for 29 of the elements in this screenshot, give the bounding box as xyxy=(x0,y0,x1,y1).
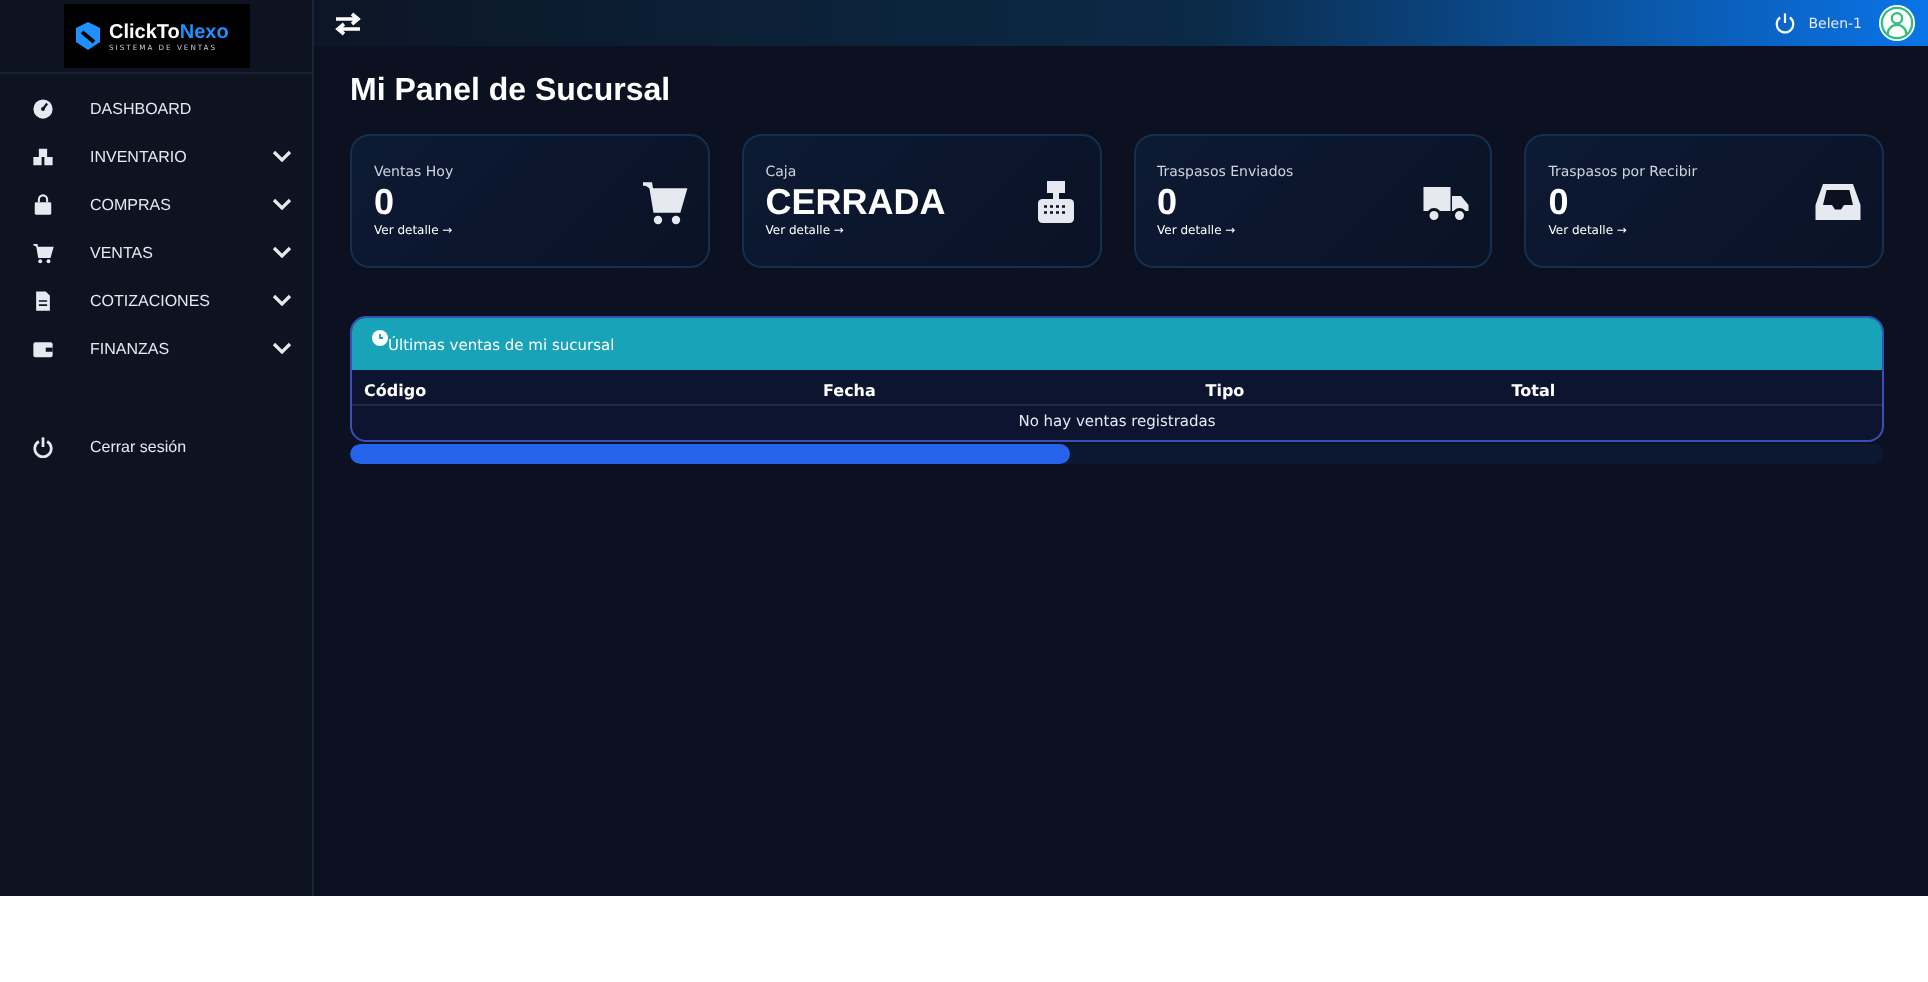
column-header: Código xyxy=(352,370,811,405)
cart-icon xyxy=(639,177,688,225)
column-header: Tipo xyxy=(1193,370,1500,405)
card-value: 0 xyxy=(374,180,397,224)
sidebar-item[interactable]: FINANZAS xyxy=(0,324,312,372)
power-icon xyxy=(32,435,54,457)
power-icon[interactable] xyxy=(1774,12,1797,34)
cart-icon xyxy=(32,241,54,263)
clock-icon xyxy=(372,330,388,346)
sidebar-item[interactable]: DASHBOARD xyxy=(0,84,312,132)
column-header: Fecha xyxy=(811,370,1194,405)
bag-icon xyxy=(32,193,54,215)
sidebar-item[interactable]: COMPRAS xyxy=(0,180,312,228)
horizontal-scrollbar[interactable] xyxy=(350,444,1884,464)
boxes-icon xyxy=(32,145,54,167)
wallet-icon xyxy=(32,337,54,359)
card-value: 0 xyxy=(1548,180,1571,224)
sidebar-item[interactable]: INVENTARIO xyxy=(0,132,312,180)
swap-arrows-icon[interactable] xyxy=(334,11,362,35)
sidebar-item[interactable]: VENTAS xyxy=(0,228,312,276)
logout-item[interactable]: Cerrar sesión xyxy=(0,422,312,470)
card-value: CERRADA xyxy=(765,180,948,224)
column-header: Total xyxy=(1499,370,1882,405)
gauge-icon xyxy=(32,97,54,119)
sidebar-item[interactable]: COTIZACIONES xyxy=(0,276,312,324)
document-icon xyxy=(32,289,54,311)
avatar-icon[interactable] xyxy=(1878,4,1916,42)
page-title: Mi Panel de Sucursal xyxy=(350,74,673,110)
card-value: 0 xyxy=(1157,180,1180,224)
